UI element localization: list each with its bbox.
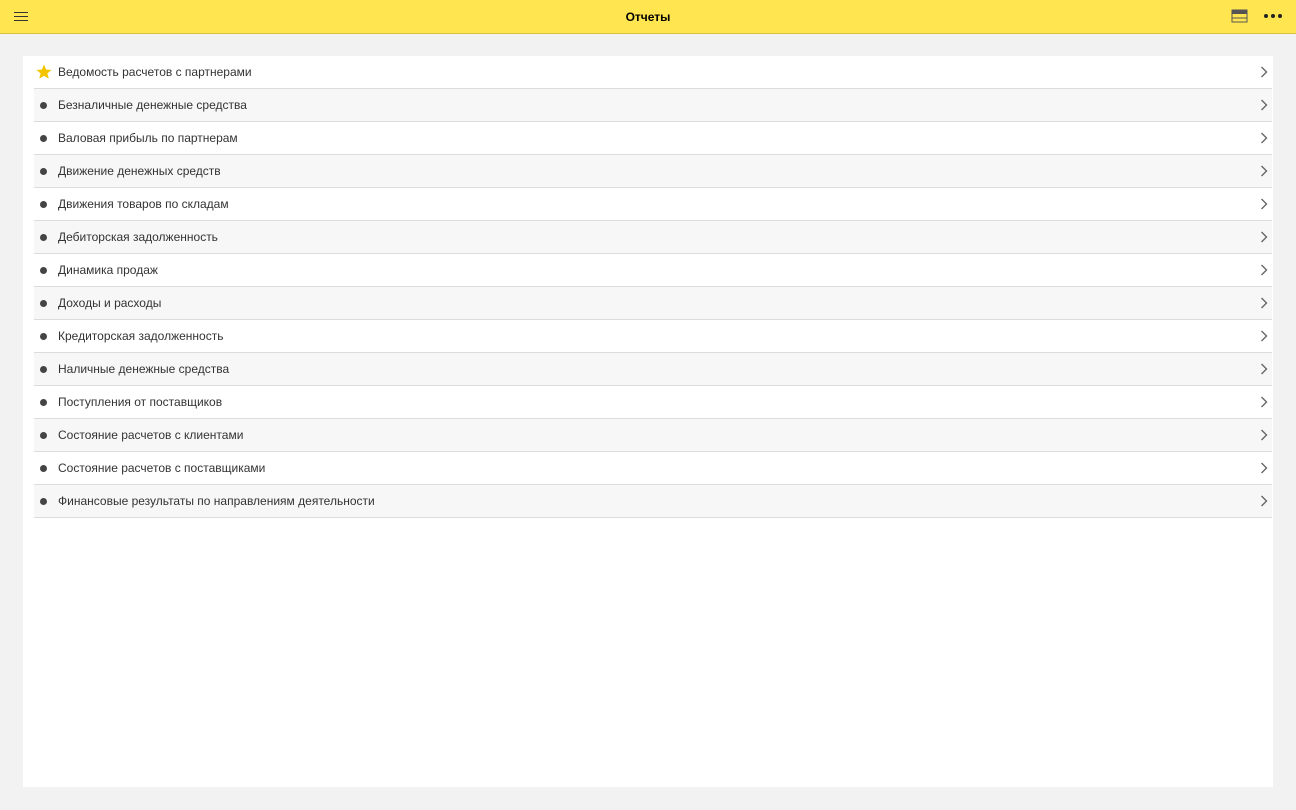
bullet-icon: [40, 399, 47, 406]
top-app-bar: Отчеты: [0, 0, 1296, 34]
reports-list: Ведомость расчетов с партнерами Безналич…: [34, 56, 1272, 518]
chevron-right-icon: [1261, 132, 1268, 144]
chevron-right-icon: [1261, 330, 1268, 342]
report-item[interactable]: Финансовые результаты по направлениям де…: [34, 485, 1272, 518]
report-item-label: Динамика продаж: [58, 263, 158, 277]
report-item-label: Доходы и расходы: [58, 296, 162, 310]
report-item[interactable]: Дебиторская задолженность: [34, 221, 1272, 254]
chevron-right-icon: [1261, 165, 1268, 177]
report-item[interactable]: Динамика продаж: [34, 254, 1272, 287]
star-favorite-icon: [36, 64, 52, 79]
report-item-label: Кредиторская задолженность: [58, 329, 224, 343]
report-item-label: Финансовые результаты по направлениям де…: [58, 494, 375, 508]
report-item-label: Состояние расчетов с поставщиками: [58, 461, 266, 475]
report-item-label: Ведомость расчетов с партнерами: [58, 65, 252, 79]
bullet-icon: [40, 432, 47, 439]
chevron-right-icon: [1261, 198, 1268, 210]
bullet-icon: [40, 135, 47, 142]
report-item[interactable]: Состояние расчетов с клиентами: [34, 419, 1272, 452]
chevron-right-icon: [1261, 495, 1268, 507]
report-item-label: Движения товаров по складам: [58, 197, 229, 211]
bullet-icon: [40, 234, 47, 241]
bullet-icon: [40, 102, 47, 109]
bullet-icon: [40, 168, 47, 175]
bullet-icon: [40, 267, 47, 274]
page-title: Отчеты: [625, 10, 671, 24]
chevron-right-icon: [1261, 297, 1268, 309]
report-item-label: Валовая прибыль по партнерам: [58, 131, 238, 145]
report-item[interactable]: Безналичные денежные средства: [34, 89, 1272, 122]
chevron-right-icon: [1261, 264, 1268, 276]
report-item[interactable]: Ведомость расчетов с партнерами: [34, 56, 1272, 89]
more-horizontal-icon: [1264, 14, 1268, 18]
report-item-label: Дебиторская задолженность: [58, 230, 218, 244]
report-item[interactable]: Движения товаров по складам: [34, 188, 1272, 221]
report-item[interactable]: Наличные денежные средства: [34, 353, 1272, 386]
more-options-button[interactable]: [1261, 6, 1285, 26]
report-item-label: Наличные денежные средства: [58, 362, 230, 376]
report-item[interactable]: Состояние расчетов с поставщиками: [34, 452, 1272, 485]
report-item-label: Состояние расчетов с клиентами: [58, 428, 244, 442]
bullet-icon: [40, 465, 47, 472]
report-item-label: Поступления от поставщиков: [58, 395, 223, 409]
bullet-icon: [40, 300, 47, 307]
chevron-right-icon: [1261, 66, 1268, 78]
report-item[interactable]: Поступления от поставщиков: [34, 386, 1272, 419]
report-item-label: Движение денежных средств: [58, 164, 221, 178]
report-item[interactable]: Движение денежных средств: [34, 155, 1272, 188]
report-item-label: Безналичные денежные средства: [58, 98, 247, 112]
chevron-right-icon: [1261, 99, 1268, 111]
chevron-right-icon: [1261, 462, 1268, 474]
bullet-icon: [40, 366, 47, 373]
report-item[interactable]: Доходы и расходы: [34, 287, 1272, 320]
reports-panel: Ведомость расчетов с партнерами Безналич…: [23, 56, 1273, 787]
chevron-right-icon: [1261, 396, 1268, 408]
bullet-icon: [40, 333, 47, 340]
chevron-right-icon: [1261, 363, 1268, 375]
report-item[interactable]: Валовая прибыль по партнерам: [34, 122, 1272, 155]
panel-toggle-icon[interactable]: [1231, 9, 1249, 24]
bullet-icon: [40, 498, 47, 505]
chevron-right-icon: [1261, 429, 1268, 441]
report-item[interactable]: Кредиторская задолженность: [34, 320, 1272, 353]
bullet-icon: [40, 201, 47, 208]
chevron-right-icon: [1261, 231, 1268, 243]
